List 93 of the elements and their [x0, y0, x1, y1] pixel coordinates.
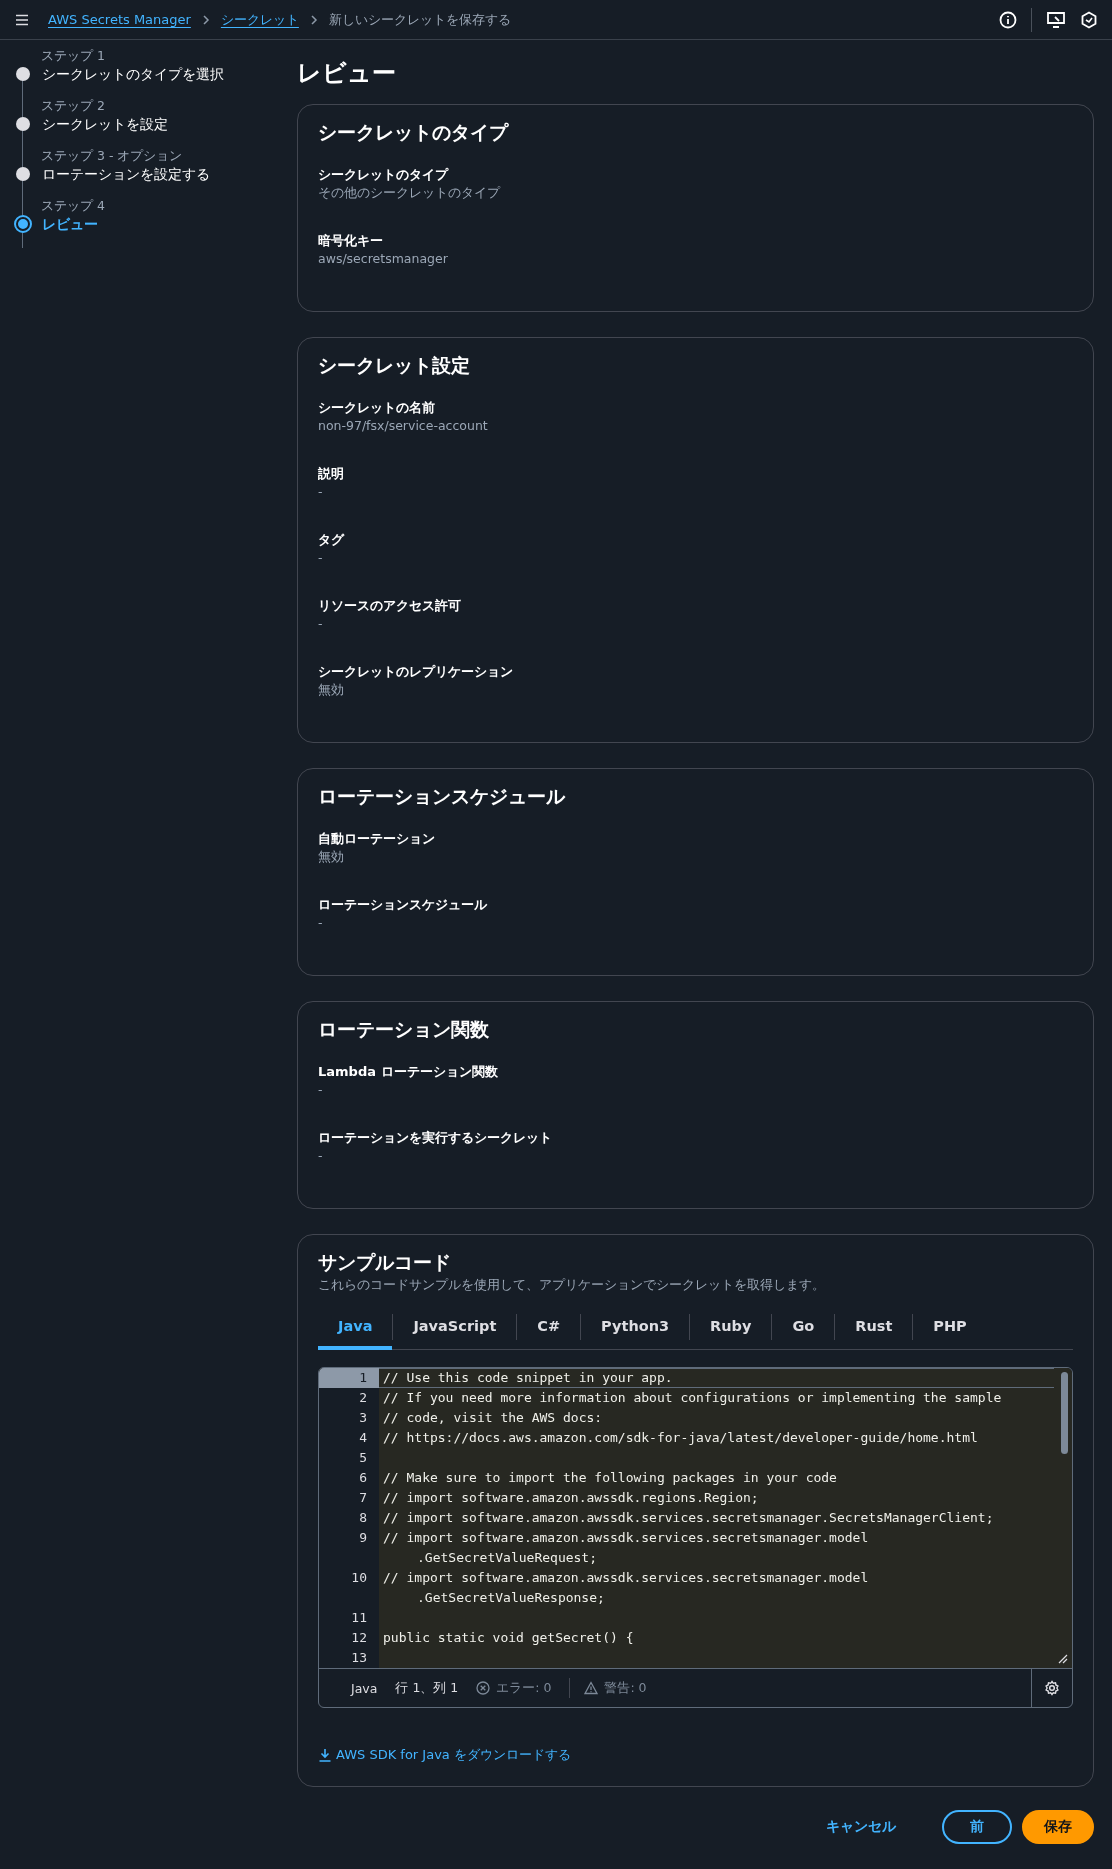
status-language: Java [351, 1680, 378, 1696]
line-number: 12 [319, 1628, 379, 1648]
language-tab[interactable]: Rust [835, 1308, 913, 1350]
info-icon[interactable] [999, 10, 1017, 29]
field-label: ローテーションスケジュール [318, 896, 488, 914]
field-value: 無効 [318, 682, 345, 698]
field-value: - [318, 484, 324, 500]
card-title: シークレットのタイプ [318, 120, 510, 145]
step-title[interactable]: レビュー [42, 214, 98, 234]
breadcrumb-link[interactable]: AWS Secrets Manager [48, 12, 191, 27]
code-line: // If you need more information about configurations or implementing the sample [382, 1389, 1002, 1407]
language-tab[interactable]: PHP [913, 1308, 987, 1350]
step-label: ステップ 4 [41, 198, 106, 214]
language-tab[interactable]: Java [318, 1308, 393, 1350]
field-label: シークレットの名前 [318, 399, 436, 417]
code-line: // Make sure to import the following packages in your code [382, 1469, 837, 1487]
field-label: 暗号化キー [318, 232, 384, 250]
field-value: - [318, 1082, 324, 1098]
save-button[interactable]: 保存 [1022, 1810, 1094, 1844]
code-line: // import software.amazon.awssdk.services.secretsmanager.SecretsManagerClient; [382, 1509, 994, 1527]
field-label: Lambda ローテーション関数 [318, 1063, 499, 1081]
line-number: 11 [319, 1608, 379, 1628]
previous-button[interactable]: 前 [942, 1810, 1012, 1844]
download-link[interactable]: AWS SDK for Java をダウンロードする [318, 1746, 571, 1764]
code-line: // Use this code snippet in your app. [382, 1369, 673, 1387]
card-title: ローテーションスケジュール [318, 784, 566, 809]
code-line: // import software.amazon.awssdk.services.secretsmanager.model [382, 1529, 869, 1547]
code-line: .GetSecretValueResponse; [416, 1589, 606, 1607]
step-label: ステップ 3 - オプション [41, 148, 184, 164]
line-number: 3 [319, 1408, 379, 1428]
line-number: 4 [319, 1428, 379, 1448]
field-value: non-97/fsx/service-account [318, 418, 489, 434]
step-title[interactable]: ローテーションを設定する [42, 164, 210, 184]
field-label: タグ [318, 531, 346, 549]
warning-icon [584, 1681, 599, 1695]
error-count: エラー: 0 [496, 1679, 552, 1697]
breadcrumb-link[interactable]: シークレット [220, 10, 299, 29]
step-title[interactable]: シークレットを設定 [42, 114, 168, 134]
language-tab[interactable]: Python3 [581, 1308, 690, 1350]
monitor-icon[interactable] [1046, 10, 1066, 29]
line-number: 6 [319, 1468, 379, 1488]
line-number: 1 [319, 1368, 379, 1388]
code-editor[interactable] [318, 1367, 1073, 1708]
language-tab[interactable]: JavaScript [393, 1308, 517, 1350]
language-tab[interactable]: C# [517, 1308, 581, 1350]
page-title: レビュー [297, 58, 397, 88]
field-label: シークレットのレプリケーション [318, 663, 514, 681]
field-value: その他のシークレットのタイプ [318, 185, 502, 201]
card-title: サンプルコード [318, 1250, 452, 1275]
field-label: 説明 [318, 465, 345, 483]
field-value: - [318, 915, 324, 931]
cursor-position: 行 1、列 1 [395, 1679, 459, 1697]
download-icon [318, 1748, 332, 1762]
settings-icon[interactable] [1044, 1680, 1060, 1696]
breadcrumb-current: 新しいシークレットを保存する [328, 10, 511, 29]
field-value: - [318, 1148, 324, 1164]
field-value: - [318, 616, 324, 632]
warning-count: 警告: 0 [604, 1679, 647, 1697]
step-label: ステップ 1 [41, 48, 106, 64]
card-title: ローテーション関数 [318, 1017, 490, 1042]
resize-handle-icon[interactable] [1058, 1654, 1068, 1664]
scrollbar[interactable] [1061, 1372, 1068, 1454]
hexagon-icon[interactable] [1080, 10, 1098, 29]
line-number: 10 [319, 1568, 379, 1608]
cancel-button[interactable]: キャンセル [804, 1810, 918, 1844]
language-tab[interactable]: Go [772, 1308, 835, 1350]
code-line: // https://docs.aws.amazon.com/sdk-for-java/latest/developer-guide/home.html [382, 1429, 978, 1447]
line-number: 5 [319, 1448, 379, 1468]
field-value: - [318, 550, 324, 566]
field-label: 自動ローテーション [318, 830, 436, 848]
chevron-icon [200, 14, 211, 25]
code-line: // import software.amazon.awssdk.regions.Region; [382, 1489, 759, 1507]
step-title[interactable]: シークレットのタイプを選択 [42, 64, 224, 84]
chevron-icon [308, 14, 319, 25]
line-number: 2 [319, 1388, 379, 1408]
field-label: ローテーションを実行するシークレット [318, 1129, 553, 1147]
code-line: public static void getSecret() { [382, 1629, 634, 1647]
line-number: 13 [319, 1648, 379, 1668]
line-number: 8 [319, 1508, 379, 1528]
step-label: ステップ 2 [41, 98, 106, 114]
card-title: シークレット設定 [318, 353, 471, 378]
language-tab[interactable]: Ruby [690, 1308, 772, 1350]
line-number: 9 [319, 1528, 379, 1568]
field-label: シークレットのタイプ [318, 166, 450, 184]
card-description: これらのコードサンプルを使用して、アプリケーションでシークレットを取得します。 [318, 1277, 826, 1294]
code-line: // code, visit the AWS docs: [382, 1409, 603, 1427]
line-number: 7 [319, 1488, 379, 1508]
code-line: .GetSecretValueRequest; [416, 1549, 598, 1567]
code-line: // import software.amazon.awssdk.services.secretsmanager.model [382, 1569, 869, 1587]
field-label: リソースのアクセス許可 [318, 597, 462, 615]
error-icon [476, 1681, 491, 1695]
field-value: 無効 [318, 849, 345, 865]
field-value: aws/secretsmanager [318, 251, 449, 267]
